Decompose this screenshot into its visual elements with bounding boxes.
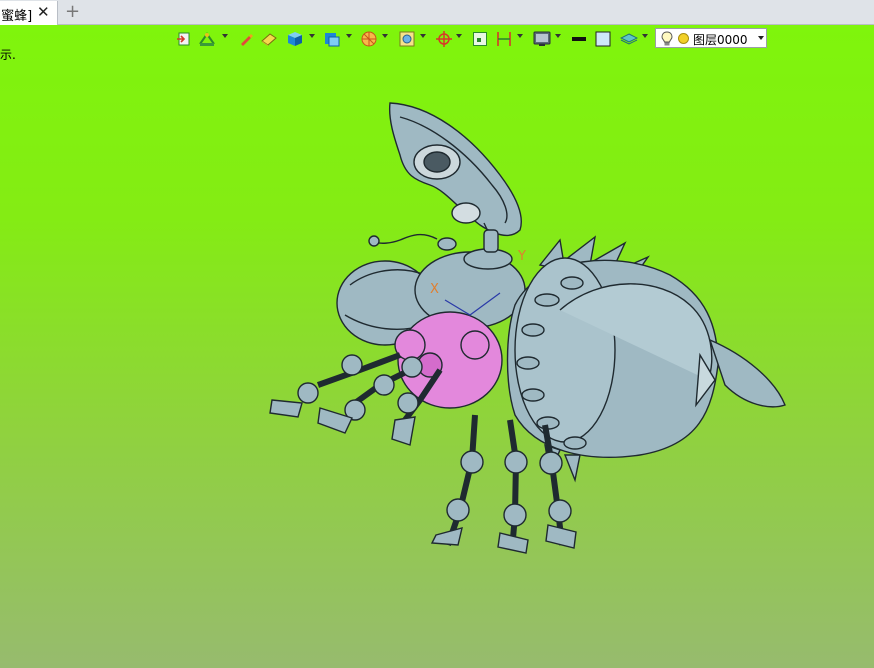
bee-abdomen[interactable] [506,257,719,458]
triad-x-label: X [430,282,439,297]
bee-model[interactable]: X Y [0,25,874,668]
bee-wing[interactable] [388,102,522,258]
tab-bar: [蜜蜂] ✕ + [0,0,874,25]
triad-y-label: Y [517,249,526,264]
add-tab-button[interactable]: + [65,1,80,22]
bee-front-legs[interactable] [269,352,443,446]
close-tab-icon[interactable]: ✕ [37,3,50,21]
3d-viewport[interactable]: 示. 图层0000 X Y [0,25,874,668]
bee-tail-fin [708,338,786,408]
document-tab-label: [蜜蜂] [0,9,33,24]
document-tab[interactable]: [蜜蜂] ✕ [0,1,58,25]
